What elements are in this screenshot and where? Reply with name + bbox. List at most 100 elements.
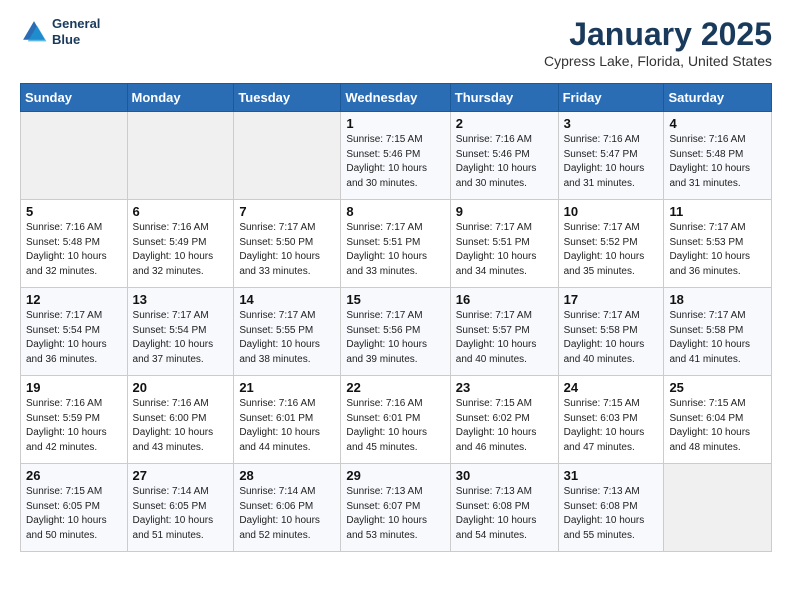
weekday-header-sunday: Sunday [21, 84, 128, 112]
calendar-cell: 9Sunrise: 7:17 AM Sunset: 5:51 PM Daylig… [450, 200, 558, 288]
day-info: Sunrise: 7:17 AM Sunset: 5:50 PM Dayligh… [239, 221, 335, 279]
day-info: Sunrise: 7:16 AM Sunset: 5:47 PM Dayligh… [564, 133, 659, 191]
day-info: Sunrise: 7:17 AM Sunset: 5:57 PM Dayligh… [456, 309, 553, 367]
day-number: 16 [456, 292, 553, 307]
title-block: January 2025 Cypress Lake, Florida, Unit… [544, 16, 772, 69]
calendar-table: SundayMondayTuesdayWednesdayThursdayFrid… [20, 83, 772, 552]
day-number: 31 [564, 468, 659, 483]
day-number: 25 [669, 380, 766, 395]
day-number: 5 [26, 204, 122, 219]
day-number: 3 [564, 116, 659, 131]
day-info: Sunrise: 7:17 AM Sunset: 5:56 PM Dayligh… [346, 309, 444, 367]
weekday-header-thursday: Thursday [450, 84, 558, 112]
calendar-cell: 22Sunrise: 7:16 AM Sunset: 6:01 PM Dayli… [341, 376, 450, 464]
calendar-cell: 3 Sunrise: 7:16 AM Sunset: 5:47 PM Daylig… [558, 112, 664, 200]
calendar-cell [21, 112, 128, 200]
day-number: 14 [239, 292, 335, 307]
day-info: Sunrise: 7:17 AM Sunset: 5:55 PM Dayligh… [239, 309, 335, 367]
day-info: Sunrise: 7:16 AM Sunset: 5:48 PM Dayligh… [26, 221, 122, 279]
calendar-cell: 15 Sunrise: 7:17 AM Sunset: 5:56 PM Dayli… [341, 288, 450, 376]
day-number: 7 [239, 204, 335, 219]
calendar-cell [234, 112, 341, 200]
day-info: Sunrise: 7:17 AM Sunset: 5:58 PM Dayligh… [669, 309, 766, 367]
weekday-header-monday: Monday [127, 84, 234, 112]
day-info: Sunrise: 7:17 AM Sunset: 5:52 PM Dayligh… [564, 221, 659, 279]
day-number: 28 [239, 468, 335, 483]
day-number: 12 [26, 292, 122, 307]
day-info: Sunrise: 7:13 AM Sunset: 6:07 PM Dayligh… [346, 485, 444, 543]
day-info: Sunrise: 7:15 AM Sunset: 6:03 PM Dayligh… [564, 397, 659, 455]
day-number: 1 [346, 116, 444, 131]
day-number: 29 [346, 468, 444, 483]
weekday-header-friday: Friday [558, 84, 664, 112]
month-title: January 2025 [544, 16, 772, 53]
calendar-cell: 24Sunrise: 7:15 AM Sunset: 6:03 PM Dayli… [558, 376, 664, 464]
calendar-cell: 16 Sunrise: 7:17 AM Sunset: 5:57 PM Dayli… [450, 288, 558, 376]
day-number: 26 [26, 468, 122, 483]
day-info: Sunrise: 7:16 AM Sunset: 5:46 PM Dayligh… [456, 133, 553, 191]
calendar-week-3: 12 Sunrise: 7:17 AM Sunset: 5:54 PM Dayli… [21, 288, 772, 376]
calendar-cell: 13Sunrise: 7:17 AM Sunset: 5:54 PM Dayli… [127, 288, 234, 376]
day-number: 27 [133, 468, 229, 483]
calendar-cell: 4Sunrise: 7:16 AM Sunset: 5:48 PM Daylig… [664, 112, 772, 200]
header: General Blue January 2025 Cypress Lake, … [20, 16, 772, 69]
weekday-header-saturday: Saturday [664, 84, 772, 112]
location: Cypress Lake, Florida, United States [544, 53, 772, 69]
day-number: 23 [456, 380, 553, 395]
calendar-cell: 21Sunrise: 7:16 AM Sunset: 6:01 PM Dayli… [234, 376, 341, 464]
day-info: Sunrise: 7:13 AM Sunset: 6:08 PM Dayligh… [564, 485, 659, 543]
calendar-week-1: 1Sunrise: 7:15 AM Sunset: 5:46 PM Daylig… [21, 112, 772, 200]
day-number: 18 [669, 292, 766, 307]
day-info: Sunrise: 7:16 AM Sunset: 6:00 PM Dayligh… [133, 397, 229, 455]
day-number: 2 [456, 116, 553, 131]
calendar-cell: 6Sunrise: 7:16 AM Sunset: 5:49 PM Daylig… [127, 200, 234, 288]
calendar-cell: 10 Sunrise: 7:17 AM Sunset: 5:52 PM Dayli… [558, 200, 664, 288]
calendar-cell: 2 Sunrise: 7:16 AM Sunset: 5:46 PM Daylig… [450, 112, 558, 200]
calendar-cell: 7 Sunrise: 7:17 AM Sunset: 5:50 PM Daylig… [234, 200, 341, 288]
day-info: Sunrise: 7:16 AM Sunset: 5:59 PM Dayligh… [26, 397, 122, 455]
day-info: Sunrise: 7:17 AM Sunset: 5:51 PM Dayligh… [456, 221, 553, 279]
day-number: 11 [669, 204, 766, 219]
calendar-cell: 23 Sunrise: 7:15 AM Sunset: 6:02 PM Dayli… [450, 376, 558, 464]
calendar-cell: 29 Sunrise: 7:13 AM Sunset: 6:07 PM Dayli… [341, 464, 450, 552]
day-number: 17 [564, 292, 659, 307]
calendar-week-2: 5 Sunrise: 7:16 AM Sunset: 5:48 PM Daylig… [21, 200, 772, 288]
calendar-header-row: SundayMondayTuesdayWednesdayThursdayFrid… [21, 84, 772, 112]
calendar-cell: 18 Sunrise: 7:17 AM Sunset: 5:58 PM Dayli… [664, 288, 772, 376]
day-number: 10 [564, 204, 659, 219]
day-info: Sunrise: 7:17 AM Sunset: 5:51 PM Dayligh… [346, 221, 444, 279]
calendar-cell: 11 Sunrise: 7:17 AM Sunset: 5:53 PM Dayli… [664, 200, 772, 288]
calendar-week-5: 26Sunrise: 7:15 AM Sunset: 6:05 PM Dayli… [21, 464, 772, 552]
day-info: Sunrise: 7:16 AM Sunset: 6:01 PM Dayligh… [346, 397, 444, 455]
calendar-cell: 8 Sunrise: 7:17 AM Sunset: 5:51 PM Daylig… [341, 200, 450, 288]
calendar-cell: 30Sunrise: 7:13 AM Sunset: 6:08 PM Dayli… [450, 464, 558, 552]
day-info: Sunrise: 7:16 AM Sunset: 5:49 PM Dayligh… [133, 221, 229, 279]
logo: General Blue [20, 16, 100, 47]
calendar-cell: 25 Sunrise: 7:15 AM Sunset: 6:04 PM Dayli… [664, 376, 772, 464]
calendar-cell: 31 Sunrise: 7:13 AM Sunset: 6:08 PM Dayli… [558, 464, 664, 552]
calendar-week-4: 19 Sunrise: 7:16 AM Sunset: 5:59 PM Dayli… [21, 376, 772, 464]
calendar-cell: 26Sunrise: 7:15 AM Sunset: 6:05 PM Dayli… [21, 464, 128, 552]
day-number: 15 [346, 292, 444, 307]
calendar-cell: 12 Sunrise: 7:17 AM Sunset: 5:54 PM Dayli… [21, 288, 128, 376]
weekday-header-wednesday: Wednesday [341, 84, 450, 112]
calendar-cell: 28 Sunrise: 7:14 AM Sunset: 6:06 PM Dayli… [234, 464, 341, 552]
day-number: 20 [133, 380, 229, 395]
day-number: 19 [26, 380, 122, 395]
day-info: Sunrise: 7:17 AM Sunset: 5:58 PM Dayligh… [564, 309, 659, 367]
page: General Blue January 2025 Cypress Lake, … [0, 0, 792, 568]
calendar-cell: 20 Sunrise: 7:16 AM Sunset: 6:00 PM Dayli… [127, 376, 234, 464]
day-info: Sunrise: 7:17 AM Sunset: 5:53 PM Dayligh… [669, 221, 766, 279]
day-info: Sunrise: 7:15 AM Sunset: 6:04 PM Dayligh… [669, 397, 766, 455]
day-info: Sunrise: 7:15 AM Sunset: 6:02 PM Dayligh… [456, 397, 553, 455]
day-number: 30 [456, 468, 553, 483]
day-info: Sunrise: 7:14 AM Sunset: 6:05 PM Dayligh… [133, 485, 229, 543]
calendar-cell: 17 Sunrise: 7:17 AM Sunset: 5:58 PM Dayli… [558, 288, 664, 376]
day-info: Sunrise: 7:17 AM Sunset: 5:54 PM Dayligh… [26, 309, 122, 367]
calendar-cell [664, 464, 772, 552]
calendar-cell: 14 Sunrise: 7:17 AM Sunset: 5:55 PM Dayli… [234, 288, 341, 376]
day-info: Sunrise: 7:14 AM Sunset: 6:06 PM Dayligh… [239, 485, 335, 543]
day-info: Sunrise: 7:16 AM Sunset: 5:48 PM Dayligh… [669, 133, 766, 191]
day-number: 8 [346, 204, 444, 219]
weekday-header-tuesday: Tuesday [234, 84, 341, 112]
